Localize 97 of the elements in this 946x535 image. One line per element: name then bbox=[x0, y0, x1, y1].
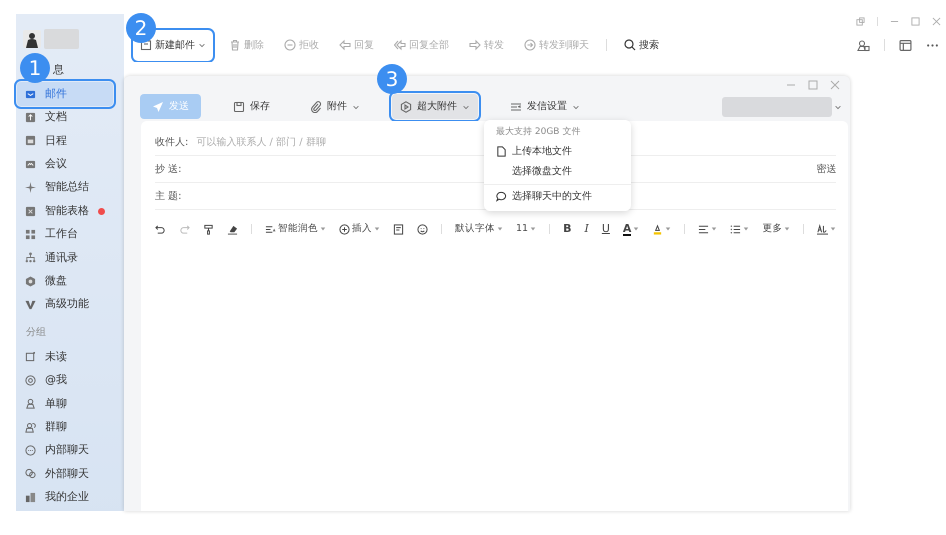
search-button[interactable]: 搜索 bbox=[621, 36, 662, 54]
save-icon bbox=[233, 100, 245, 112]
sidebar-item[interactable]: 我的企业 bbox=[17, 486, 113, 510]
editor-tool-button[interactable] bbox=[227, 224, 238, 234]
toolbar-button[interactable]: 发信设置 bbox=[502, 94, 588, 119]
meeting-icon bbox=[25, 158, 36, 170]
emoji-icon bbox=[417, 224, 428, 234]
person-icon bbox=[25, 398, 36, 410]
menu-item[interactable]: 选择聊天中的文件 bbox=[484, 186, 631, 206]
layout-icon[interactable] bbox=[899, 38, 912, 52]
sidebar-item[interactable]: 未读 bbox=[17, 345, 113, 369]
editor-tool-button[interactable] bbox=[417, 224, 428, 234]
send-icon bbox=[152, 100, 164, 112]
editor-tool[interactable]: B bbox=[563, 220, 572, 238]
mail-icon bbox=[25, 88, 36, 100]
caret-icon bbox=[198, 41, 206, 49]
file-icon bbox=[496, 146, 507, 157]
eraser-icon bbox=[227, 224, 238, 234]
sidebar-item[interactable]: 智能表格 bbox=[17, 199, 113, 223]
editor-tool[interactable]: 更多 bbox=[762, 222, 790, 236]
chat-bubbles-icon bbox=[25, 468, 36, 480]
reply-all-icon bbox=[394, 39, 406, 51]
sidebar-item[interactable]: 日程 bbox=[17, 129, 113, 153]
sidebar-item[interactable]: 内部聊天 bbox=[17, 438, 113, 462]
menu-item[interactable]: 上传本地文件 bbox=[484, 142, 631, 162]
org-chart-icon bbox=[25, 252, 36, 264]
highlighter-icon bbox=[652, 224, 664, 234]
editor-tool-button[interactable] bbox=[203, 224, 214, 234]
note-icon bbox=[393, 224, 404, 234]
sidebar-item[interactable]: @我 bbox=[17, 368, 113, 392]
unread-icon bbox=[25, 351, 36, 362]
toolbar-button[interactable]: 超大附件 bbox=[392, 94, 478, 119]
sidebar-item[interactable]: 单聊 bbox=[17, 392, 113, 416]
field-label: 收件人: bbox=[155, 136, 188, 150]
chat-bubble-icon bbox=[496, 191, 507, 202]
text-lines-icon bbox=[265, 224, 276, 234]
field-label: 抄 送: bbox=[155, 162, 182, 176]
search-icon bbox=[624, 39, 636, 51]
editor-tool-button[interactable] bbox=[698, 224, 718, 234]
reply-icon bbox=[339, 39, 351, 51]
sidebar-item[interactable]: 高级功能 bbox=[17, 292, 113, 316]
editor-tool-button[interactable] bbox=[730, 224, 750, 234]
editor-tool[interactable]: 智能润色 bbox=[265, 222, 326, 236]
table-icon bbox=[25, 206, 36, 217]
document-icon bbox=[25, 112, 36, 123]
chat-forward-icon bbox=[524, 39, 536, 51]
menu-header: 最大支持 20GB 文件 bbox=[495, 126, 582, 139]
avatar-icon[interactable] bbox=[23, 30, 41, 48]
editor-tool-button[interactable] bbox=[393, 224, 404, 234]
editor-tool[interactable]: A bbox=[622, 222, 640, 236]
reject-icon bbox=[284, 39, 296, 51]
sidebar-item[interactable]: 文档 bbox=[17, 106, 113, 130]
sidebar-item[interactable]: 外部聊天 bbox=[17, 462, 113, 486]
editor-tool-button[interactable] bbox=[652, 224, 672, 234]
menu-item[interactable]: 选择微盘文件 bbox=[484, 162, 631, 182]
section-title: 分组 bbox=[25, 326, 47, 340]
paperclip-icon bbox=[310, 100, 322, 112]
align-icon bbox=[698, 224, 710, 234]
sidebar-item[interactable]: 工作台 bbox=[17, 222, 113, 246]
chat-bubble-icon bbox=[25, 445, 36, 456]
editor-tool[interactable]: U bbox=[602, 220, 610, 238]
sender-field[interactable] bbox=[722, 96, 832, 116]
sidebar-item[interactable]: 群聊 bbox=[17, 415, 113, 439]
large-attachment-icon bbox=[400, 100, 412, 112]
editor-tool[interactable]: 插入 bbox=[339, 222, 380, 236]
forward-icon bbox=[469, 39, 481, 51]
editor-tool-button[interactable] bbox=[155, 224, 166, 234]
redo-icon bbox=[179, 224, 190, 234]
building-icon bbox=[25, 492, 36, 503]
sidebar-item[interactable]: 通讯录 bbox=[17, 246, 113, 270]
v-icon bbox=[25, 299, 36, 310]
sidebar-item[interactable]: 会议 bbox=[17, 152, 113, 176]
grid-icon bbox=[25, 228, 36, 240]
trash-icon bbox=[229, 39, 241, 51]
sidebar-item[interactable]: 智能总结 bbox=[17, 176, 113, 200]
toolbar-button[interactable]: 附件 bbox=[302, 94, 368, 119]
editor-tool-button[interactable] bbox=[817, 224, 836, 234]
format-painter-icon bbox=[203, 224, 214, 234]
sidebar-item[interactable]: 息 bbox=[53, 59, 113, 82]
editor-tool[interactable]: 默认字体 bbox=[455, 222, 503, 236]
redacted-name bbox=[44, 29, 79, 49]
field-label: 主 题: bbox=[155, 190, 182, 204]
editor-tool[interactable]: I bbox=[584, 220, 589, 238]
sparkle-icon bbox=[25, 182, 36, 194]
editor-tool[interactable]: 11 bbox=[516, 222, 536, 236]
undo-icon bbox=[155, 224, 166, 234]
calendar-icon bbox=[25, 135, 36, 146]
signature-icon bbox=[817, 224, 828, 234]
contact-card-icon[interactable] bbox=[857, 38, 870, 52]
people-icon bbox=[25, 422, 36, 433]
send-settings-icon bbox=[510, 100, 522, 112]
plus-circle-icon bbox=[339, 224, 350, 234]
sidebar-item[interactable]: 微盘 bbox=[17, 270, 113, 293]
toolbar-button[interactable]: 保存 bbox=[225, 94, 278, 119]
hexagon-icon bbox=[25, 276, 36, 287]
bcc-link[interactable]: 密送 bbox=[816, 162, 836, 176]
list-icon bbox=[730, 224, 742, 234]
